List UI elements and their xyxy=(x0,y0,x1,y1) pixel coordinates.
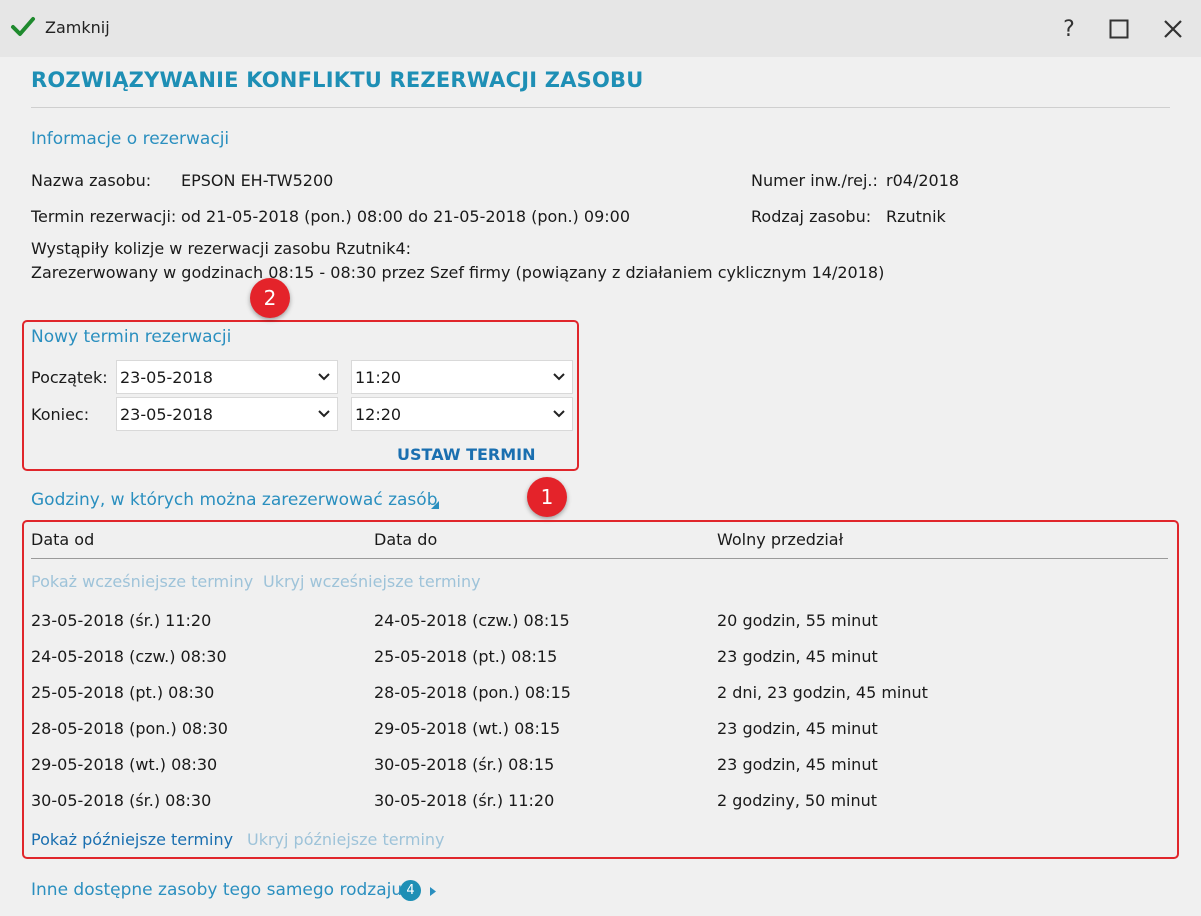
availability-heading[interactable]: Godziny, w których można zarezerwować za… xyxy=(31,490,437,510)
close-action-button[interactable]: Zamknij xyxy=(10,14,110,40)
help-button[interactable]: ? xyxy=(1054,14,1084,44)
resource-type-value: Rzutnik xyxy=(886,207,946,226)
help-icon: ? xyxy=(1063,16,1075,42)
end-date-select[interactable]: 23-05-2018 xyxy=(116,397,338,431)
date-from-cell: 24-05-2018 (czw.) 08:30 xyxy=(31,647,227,666)
chevron-down-icon xyxy=(318,373,330,381)
start-time-value: 11:20 xyxy=(355,367,402,387)
maximize-button[interactable] xyxy=(1104,14,1134,44)
table-row[interactable]: 30-05-2018 (śr.) 08:30 30-05-2018 (śr.) … xyxy=(31,791,1161,827)
collapse-triangle-icon[interactable] xyxy=(430,500,440,510)
close-icon xyxy=(1164,20,1182,38)
free-slot-cell: 2 godziny, 50 minut xyxy=(717,791,878,810)
chevron-down-icon xyxy=(553,373,565,381)
end-time-value: 12:20 xyxy=(355,404,402,424)
chevron-down-icon xyxy=(553,410,565,418)
resource-name-label: Nazwa zasobu: xyxy=(31,171,152,190)
date-to-cell: 30-05-2018 (śr.) 08:15 xyxy=(374,755,555,774)
date-from-cell: 30-05-2018 (śr.) 08:30 xyxy=(31,791,212,810)
table-row[interactable]: 29-05-2018 (wt.) 08:30 30-05-2018 (śr.) … xyxy=(31,755,1161,791)
table-row[interactable]: 24-05-2018 (czw.) 08:30 25-05-2018 (pt.)… xyxy=(31,647,1161,683)
header-divider xyxy=(31,558,1168,559)
maximize-icon xyxy=(1109,19,1129,39)
date-from-cell: 25-05-2018 (pt.) 08:30 xyxy=(31,683,215,702)
date-from-cell: 23-05-2018 (śr.) 11:20 xyxy=(31,611,212,630)
start-date-select[interactable]: 23-05-2018 xyxy=(116,360,338,394)
free-slot-cell: 23 godzin, 45 minut xyxy=(717,647,878,666)
date-to-cell: 24-05-2018 (czw.) 08:15 xyxy=(374,611,570,630)
show-earlier-link[interactable]: Pokaż wcześniejsze terminy xyxy=(31,572,253,591)
reservation-term-value: od 21-05-2018 (pon.) 08:00 do 21-05-2018… xyxy=(181,207,630,226)
start-label: Początek: xyxy=(31,368,108,387)
free-slot-cell: 23 godzin, 45 minut xyxy=(717,719,878,738)
table-row[interactable]: 23-05-2018 (śr.) 11:20 24-05-2018 (czw.)… xyxy=(31,611,1161,647)
reservation-info-heading: Informacje o rezerwacji xyxy=(31,129,230,149)
end-date-value: 23-05-2018 xyxy=(120,404,213,424)
end-label: Koniec: xyxy=(31,405,90,424)
reservation-term-label: Termin rezerwacji: xyxy=(31,207,177,226)
other-resources-count-badge: 4 xyxy=(400,880,421,901)
column-header-date-to[interactable]: Data do xyxy=(374,530,437,549)
close-window-button[interactable] xyxy=(1158,14,1188,44)
annotation-badge-1: 1 xyxy=(527,477,567,517)
other-resources-heading[interactable]: Inne dostępne zasoby tego samego rodzaju xyxy=(31,880,402,900)
chevron-down-icon xyxy=(318,410,330,418)
free-slot-cell: 20 godzin, 55 minut xyxy=(717,611,878,630)
conflict-detail: Zarezerwowany w godzinach 08:15 - 08:30 … xyxy=(31,263,885,282)
page-title: ROZWIĄZYWANIE KONFLIKTU REZERWACJI ZASOB… xyxy=(31,68,644,92)
check-icon xyxy=(11,17,35,36)
hide-earlier-link[interactable]: Ukryj wcześniejsze terminy xyxy=(263,572,481,591)
date-to-cell: 28-05-2018 (pon.) 08:15 xyxy=(374,683,571,702)
free-slot-cell: 23 godzin, 45 minut xyxy=(717,755,878,774)
title-bar: Zamknij ? xyxy=(0,0,1201,57)
expand-arrow-icon[interactable] xyxy=(429,886,437,897)
end-time-select[interactable]: 12:20 xyxy=(351,397,573,431)
table-row[interactable]: 25-05-2018 (pt.) 08:30 28-05-2018 (pon.)… xyxy=(31,683,1161,719)
resource-type-label: Rodzaj zasobu: xyxy=(751,207,872,226)
inventory-number-label: Numer inw./rej.: xyxy=(751,171,878,190)
column-header-date-from[interactable]: Data od xyxy=(31,530,94,549)
column-header-free-slot[interactable]: Wolny przedział xyxy=(717,530,843,549)
close-action-label: Zamknij xyxy=(45,17,110,37)
date-from-cell: 28-05-2018 (pon.) 08:30 xyxy=(31,719,228,738)
date-from-cell: 29-05-2018 (wt.) 08:30 xyxy=(31,755,218,774)
inventory-number-value: r04/2018 xyxy=(886,171,960,190)
set-term-button[interactable]: USTAW TERMIN xyxy=(397,445,536,464)
start-date-value: 23-05-2018 xyxy=(120,367,213,387)
date-to-cell: 30-05-2018 (śr.) 11:20 xyxy=(374,791,555,810)
date-to-cell: 29-05-2018 (wt.) 08:15 xyxy=(374,719,561,738)
table-row[interactable]: 28-05-2018 (pon.) 08:30 29-05-2018 (wt.)… xyxy=(31,719,1161,755)
annotation-badge-2: 2 xyxy=(250,278,290,318)
conflict-message: Wystąpiły kolizje w rezerwacji zasobu Rz… xyxy=(31,239,412,258)
show-later-link[interactable]: Pokaż późniejsze terminy xyxy=(31,830,233,849)
resource-name-value: EPSON EH-TW5200 xyxy=(181,171,334,190)
free-slot-cell: 2 dni, 23 godzin, 45 minut xyxy=(717,683,928,702)
new-term-heading: Nowy termin rezerwacji xyxy=(31,327,232,347)
hide-later-link[interactable]: Ukryj późniejsze terminy xyxy=(247,830,445,849)
start-time-select[interactable]: 11:20 xyxy=(351,360,573,394)
date-to-cell: 25-05-2018 (pt.) 08:15 xyxy=(374,647,558,666)
title-divider xyxy=(31,107,1170,108)
